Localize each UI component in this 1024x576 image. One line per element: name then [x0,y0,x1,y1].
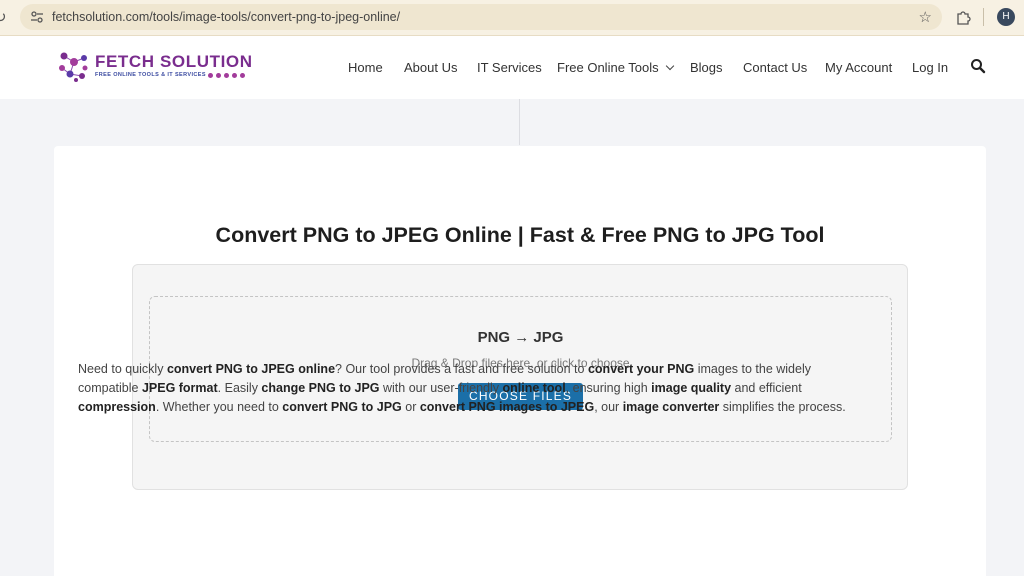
url-text[interactable]: fetchsolution.com/tools/image-tools/conv… [52,10,400,24]
keyword-text: online tool [502,381,566,395]
nav-about-us[interactable]: About Us [404,60,457,76]
keyword-text: JPEG format [141,381,218,395]
description-paragraph: Need to quickly convert PNG to JPEG onli… [78,360,858,417]
nav-it-services[interactable]: IT Services [477,60,542,76]
logo-title: FETCH SOLUTION [95,52,253,71]
keyword-text: convert PNG images to JPEG [419,400,595,414]
keyword-text: convert your PNG [587,362,695,376]
description-text: ? Our tool provides a fast and free solu… [335,362,588,376]
description-text: . Easily [217,381,262,395]
converter-heading: PNG → JPG [477,329,564,346]
keyword-text: image converter [622,400,720,414]
nav-free-online-tools-label: Free Online Tools [557,60,659,75]
keyword-text: convert PNG to JPEG online [166,362,336,376]
site-settings-icon[interactable] [30,10,44,24]
nav-my-account[interactable]: My Account [825,60,892,76]
description-text: , ensuring high [565,381,652,395]
keyword-text: change PNG to JPG [261,381,380,395]
site-logo[interactable]: FETCH SOLUTION FREE ONLINE TOOLS & IT SE… [56,48,256,86]
description-text: Need to quickly [78,362,167,376]
description-text: or [401,400,420,414]
nav-home[interactable]: Home [348,60,383,76]
browser-toolbar: ↻ fetchsolution.com/tools/image-tools/co… [0,0,1024,36]
keyword-text: compression [78,400,156,414]
description-text: . Whether you need to [155,400,283,414]
page-title: Convert PNG to JPEG Online | Fast & Free… [215,223,825,247]
logo-mark-icon [59,52,88,82]
profile-avatar[interactable]: H [997,8,1015,26]
description-text: with our user-friendly [379,381,503,395]
nav-blogs[interactable]: Blogs [690,60,723,76]
address-bar[interactable]: fetchsolution.com/tools/image-tools/conv… [20,4,942,30]
bookmark-star-icon[interactable]: ☆ [919,8,932,26]
nav-contact-us[interactable]: Contact Us [743,60,807,76]
logo-dots [208,73,252,79]
description-text: and efficient [731,381,802,395]
column-divider [519,99,520,145]
chevron-down-icon [665,61,674,71]
nav-free-online-tools[interactable]: Free Online Tools [557,60,674,76]
keyword-text: image quality [651,381,732,395]
toolbar-divider [983,8,984,26]
reload-icon[interactable]: ↻ [0,8,10,26]
site-header: FETCH SOLUTION FREE ONLINE TOOLS & IT SE… [0,36,1024,99]
extensions-icon[interactable] [955,9,971,25]
search-icon[interactable] [970,58,986,74]
description-text: simplifies the process. [719,400,846,414]
description-text: , our [594,400,623,414]
keyword-text: convert PNG to JPG [282,400,402,414]
logo-subtitle: FREE ONLINE TOOLS & IT SERVICES [95,72,206,78]
nav-log-in[interactable]: Log In [912,60,948,76]
